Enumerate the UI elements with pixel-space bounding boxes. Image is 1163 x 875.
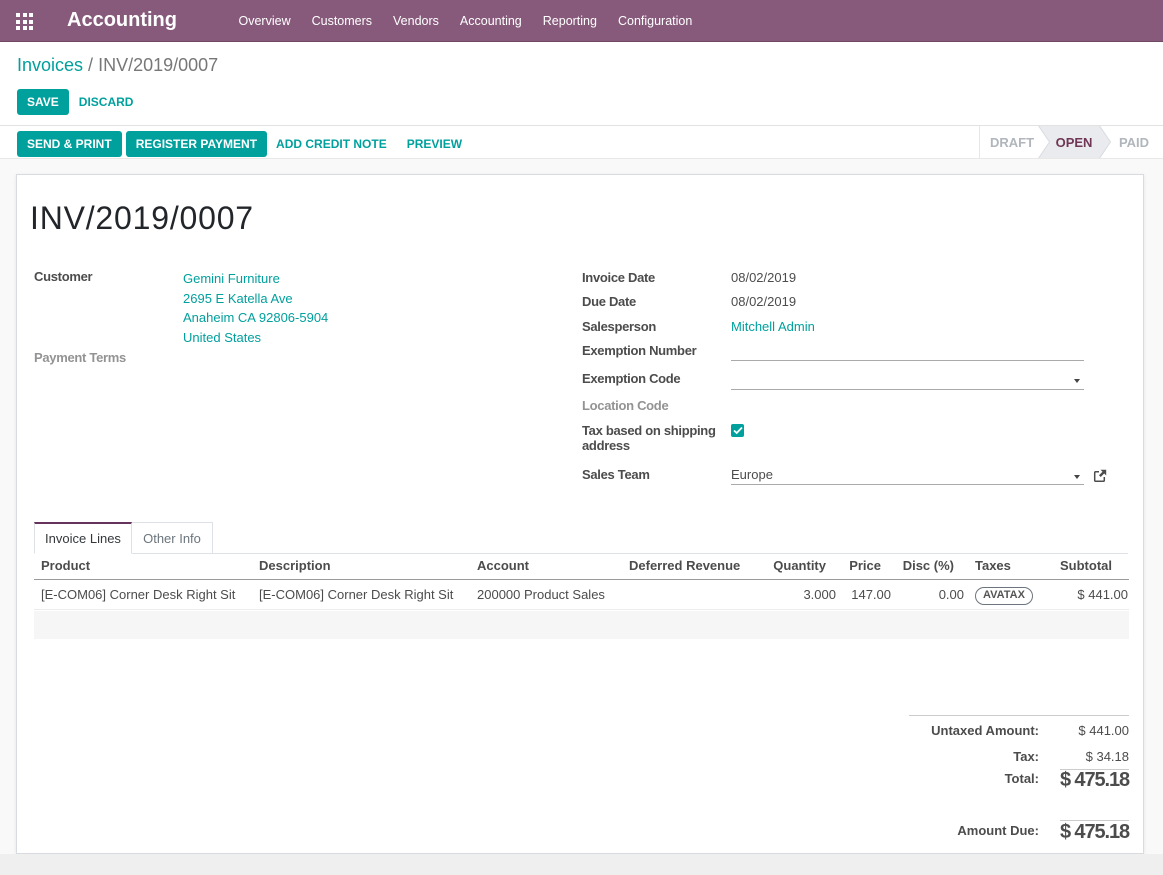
svg-text:OPEN: OPEN xyxy=(1056,135,1093,150)
svg-text:DRAFT: DRAFT xyxy=(990,135,1034,150)
svg-text:PAID: PAID xyxy=(1119,135,1149,150)
